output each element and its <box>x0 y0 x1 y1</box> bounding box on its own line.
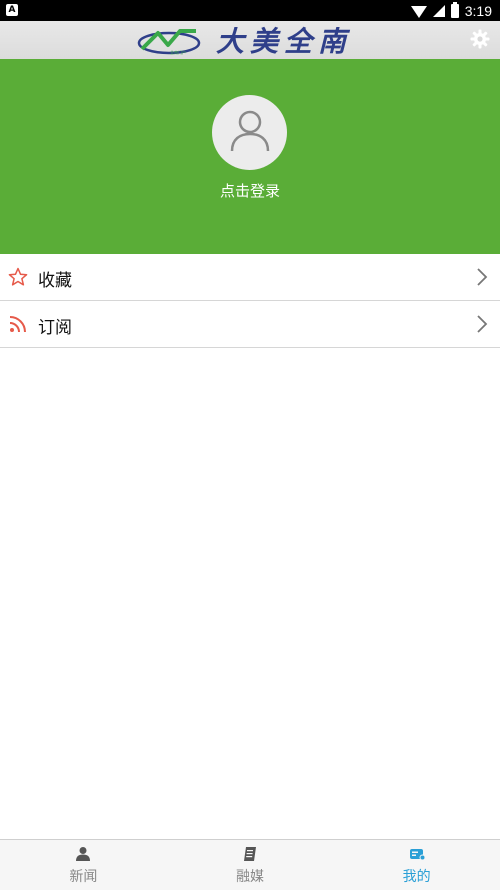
profile-card-icon <box>409 849 425 861</box>
logo-mark-icon: 全南门户 <box>137 29 201 55</box>
menu-item-label: 收藏 <box>38 271 72 291</box>
status-bar: A 3:19 <box>0 0 500 21</box>
chevron-right-icon <box>477 315 488 333</box>
app-bar: 全南门户 大美全南 <box>0 21 500 60</box>
settings-gear-icon[interactable] <box>470 29 490 49</box>
person-icon <box>76 847 91 861</box>
tab-mine[interactable]: 我的 <box>333 840 500 890</box>
book-icon <box>244 847 256 861</box>
notification-icon: A <box>6 4 18 16</box>
status-icons: 3:19 <box>410 0 492 21</box>
logo-subtext: 全南门户 <box>170 49 186 55</box>
chevron-right-icon <box>477 268 488 286</box>
profile-header: 点击登录 <box>0 59 500 254</box>
bottom-navigation: 新闻 融媒 我的 <box>0 839 500 890</box>
wifi-icon <box>410 5 427 18</box>
login-link[interactable]: 点击登录 <box>0 180 500 201</box>
user-outline-icon <box>230 110 270 152</box>
menu-item-subscriptions[interactable]: 订阅 <box>0 301 500 348</box>
tab-label: 我的 <box>402 869 431 885</box>
avatar[interactable] <box>212 95 287 170</box>
rss-icon <box>9 316 26 333</box>
tab-media[interactable]: 融媒 <box>167 840 334 890</box>
menu-item-label: 订阅 <box>38 318 72 338</box>
logo-text: 大美全南 <box>216 25 353 58</box>
signal-icon <box>432 4 445 17</box>
app-logo: 全南门户 大美全南 <box>136 24 352 58</box>
tab-label: 新闻 <box>69 869 98 885</box>
tab-news[interactable]: 新闻 <box>0 840 167 890</box>
status-time: 3:19 <box>464 2 492 19</box>
battery-icon <box>450 1 459 18</box>
menu-item-favorites[interactable]: 收藏 <box>0 254 500 301</box>
profile-menu: 收藏 订阅 <box>0 254 500 348</box>
tab-label: 融媒 <box>236 869 264 885</box>
star-icon <box>8 267 28 286</box>
